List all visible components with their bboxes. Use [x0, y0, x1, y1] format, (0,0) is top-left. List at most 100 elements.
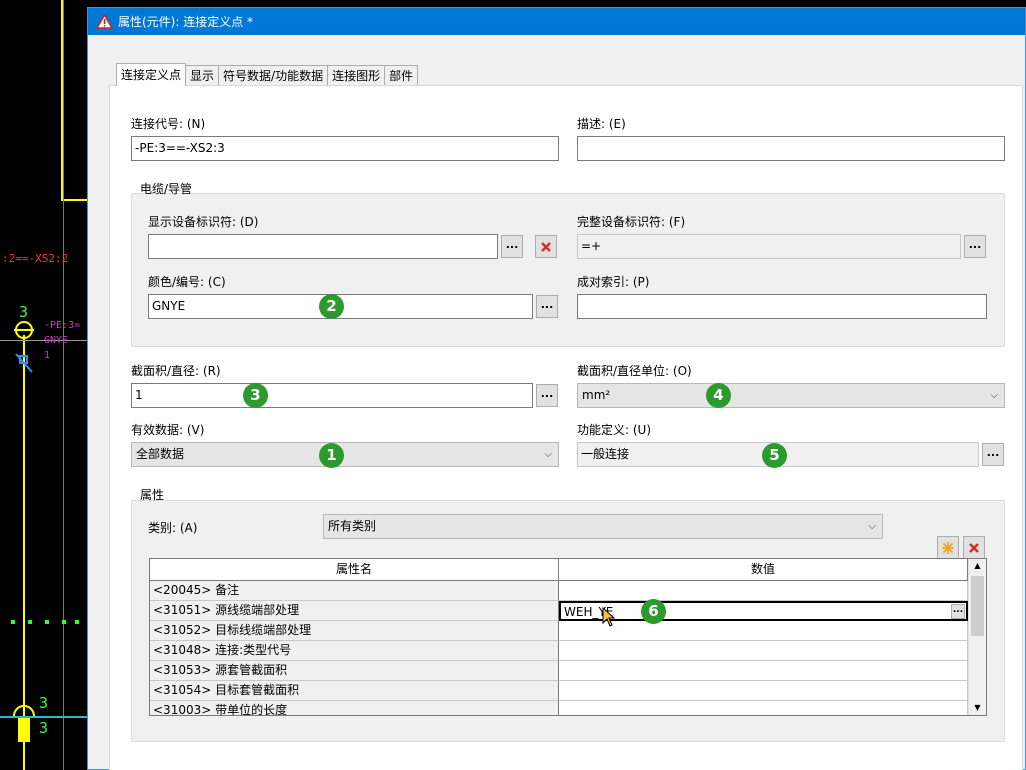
desc-field[interactable] [577, 136, 1005, 161]
func-label: 功能定义: (U) [577, 423, 652, 437]
attr-value-cell[interactable] [559, 621, 968, 641]
func-browse-button[interactable]: ... [982, 443, 1004, 466]
column-header-value[interactable]: 数值 [559, 559, 968, 581]
full-dev-browse-button[interactable]: ... [964, 235, 986, 258]
table-row[interactable]: <31053> 源套管截面积 [150, 661, 986, 681]
callout-badge-2: 2 [319, 294, 344, 319]
category-select[interactable]: 所有类别 ⌵ [323, 514, 883, 539]
table-row[interactable]: <31051> 源线缆端部处理 WEH_YE ... [150, 601, 986, 621]
mouse-cursor-icon [602, 607, 616, 627]
cable-group [131, 193, 1005, 347]
delete-icon [541, 241, 551, 252]
attr-value-edit-cell[interactable]: WEH_YE ... [559, 601, 968, 621]
title-bar[interactable]: 属性(元件): 连接定义点 * [88, 8, 1025, 35]
table-header: 属性名 数值 [150, 559, 986, 581]
tab-symbol-data[interactable]: 符号数据/功能数据 [218, 65, 329, 86]
new-star-icon [942, 541, 954, 554]
cad-dot [75, 620, 79, 624]
cross-unit-select[interactable]: mm² ⌵ [577, 383, 1005, 408]
chevron-down-icon: ⌵ [868, 521, 876, 532]
table-row[interactable]: <31003> 带单位的长度 [150, 701, 986, 715]
attr-name-cell: <31048> 连接:类型代号 [150, 641, 559, 661]
attr-value-cell[interactable] [559, 581, 968, 601]
disp-dev-label: 显示设备标识符: (D) [148, 215, 259, 229]
cell-browse-button[interactable]: ... [951, 604, 965, 619]
callout-badge-4: 4 [706, 383, 731, 408]
callout-badge-3: 3 [243, 383, 268, 408]
cad-pin-label: 3 [39, 719, 49, 737]
chevron-down-icon: ⌵ [990, 390, 998, 401]
color-label: 颜色/编号: (C) [148, 275, 226, 289]
attr-name-cell: <31052> 目标线缆端部处理 [150, 621, 559, 641]
cable-group-title: 电缆/导管 [140, 182, 193, 196]
cad-dot [62, 620, 66, 624]
warning-icon [96, 14, 113, 29]
cad-dot [28, 620, 32, 624]
callout-badge-5: 5 [762, 443, 787, 468]
tab-connection-point[interactable]: 连接定义点 [116, 63, 187, 86]
disp-dev-field[interactable] [148, 234, 498, 259]
table-row[interactable]: <31048> 连接:类型代号 [150, 641, 986, 661]
cad-dot [45, 620, 49, 624]
table-row[interactable]: <20045> 备注 [150, 581, 986, 601]
new-attribute-button[interactable] [937, 536, 959, 559]
dialog-title: 属性(元件): 连接定义点 * [118, 15, 254, 29]
tab-display[interactable]: 显示 [185, 65, 220, 86]
tab-connection-graphic[interactable]: 连接图形 [327, 65, 386, 86]
cross-field[interactable]: 1 [131, 383, 533, 408]
table-row[interactable]: <31054> 目标套管截面积 [150, 681, 986, 701]
attr-name-cell: <31054> 目标套管截面积 [150, 681, 559, 701]
pair-label: 成对索引: (P) [577, 275, 650, 289]
scroll-thumb[interactable] [971, 576, 984, 636]
cross-label: 截面积/直径: (R) [131, 364, 221, 378]
table-scrollbar[interactable]: ▲ ▼ [968, 559, 986, 715]
tab-bar: 连接定义点 显示 符号数据/功能数据 连接图形 部件 [116, 63, 419, 86]
cad-red-label: :2==-XS2:2 [2, 252, 69, 265]
attr-name-cell: <31053> 源套管截面积 [150, 661, 559, 681]
cad-pin-label: 3 [39, 694, 49, 712]
cad-dot [11, 620, 15, 624]
pair-field[interactable] [577, 294, 987, 319]
attribute-table[interactable]: 属性名 数值 <20045> 备注 <31051> 源线缆端部处理 WEH_YE… [149, 558, 987, 716]
properties-dialog: 属性(元件): 连接定义点 * 连接定义点 显示 符号数据/功能数据 连接图形 … [87, 7, 1026, 770]
cad-magenta-label-2: GNYE [44, 335, 69, 346]
attr-value-cell[interactable] [559, 701, 968, 715]
column-header-name[interactable]: 属性名 [150, 559, 559, 581]
cross-browse-button[interactable]: ... [536, 384, 558, 407]
attr-value-cell[interactable] [559, 681, 968, 701]
cross-unit-value: mm² [582, 388, 611, 402]
color-browse-button[interactable]: ... [536, 295, 558, 318]
cad-line [61, 199, 88, 201]
cad-magenta-label-1: -PE:3= [44, 320, 81, 331]
attr-name-cell: <20045> 备注 [150, 581, 559, 601]
attr-name-cell: <31051> 源线缆端部处理 [150, 601, 559, 621]
table-row[interactable]: <31052> 目标线缆端部处理 [150, 621, 986, 641]
conn-code-label: 连接代号: (N) [131, 117, 206, 131]
category-value: 所有类别 [328, 519, 377, 533]
attr-name-cell: <31003> 带单位的长度 [150, 701, 559, 715]
desc-label: 描述: (E) [577, 117, 626, 131]
scroll-up-icon[interactable]: ▲ [969, 559, 986, 573]
full-dev-field[interactable]: =+ [577, 234, 961, 259]
tab-panel: 连接代号: (N) -PE:3==-XS2:3 描述: (E) 电缆/导管 显示… [109, 85, 1023, 770]
conn-code-field[interactable]: -PE:3==-XS2:3 [131, 136, 559, 161]
attr-value-cell[interactable] [559, 641, 968, 661]
chevron-down-icon: ⌵ [544, 449, 552, 460]
category-label: 类别: (A) [148, 521, 198, 535]
disp-dev-clear-button[interactable] [535, 235, 557, 258]
cad-line [63, 0, 64, 770]
valid-select[interactable]: 全部数据 ⌵ [131, 442, 559, 467]
callout-badge-6: 6 [641, 599, 666, 624]
tab-parts[interactable]: 部件 [384, 65, 419, 86]
scroll-down-icon[interactable]: ▼ [969, 701, 986, 715]
cross-unit-label: 截面积/直径单位: (O) [577, 364, 692, 378]
terminal-symbol [13, 705, 35, 742]
attr-group-title: 属性 [140, 488, 165, 502]
disp-dev-browse-button[interactable]: ... [501, 235, 523, 258]
callout-badge-1: 1 [319, 443, 344, 468]
cad-magenta-label-3: 1 [44, 350, 51, 361]
delete-attribute-button[interactable] [963, 536, 985, 559]
attr-value-cell[interactable] [559, 661, 968, 681]
connection-point-symbol [14, 321, 34, 373]
valid-value: 全部数据 [136, 447, 185, 461]
